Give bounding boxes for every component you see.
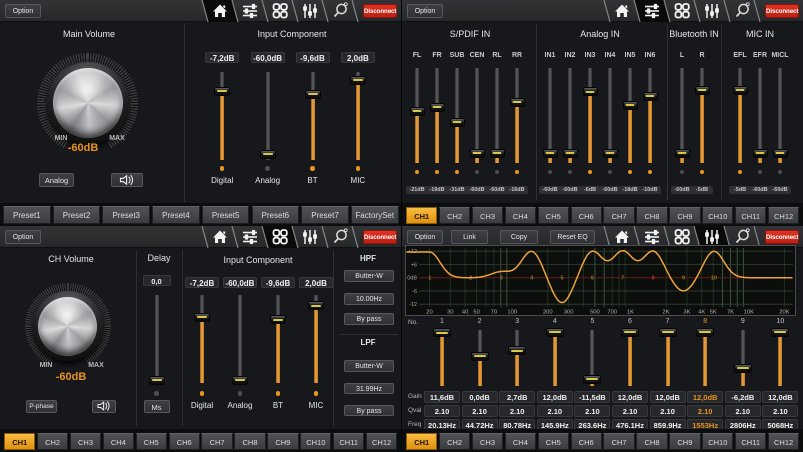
svg-text:100: 100 [507, 310, 517, 316]
svg-text:4K: 4K [698, 310, 705, 316]
svg-text:9: 9 [682, 276, 685, 282]
svg-text:2: 2 [469, 276, 472, 282]
svg-text:-12: -12 [409, 302, 417, 308]
svg-text:5: 5 [560, 276, 563, 282]
svg-text:50: 50 [473, 310, 479, 316]
svg-text:3K: 3K [683, 310, 690, 316]
svg-text:-6: -6 [412, 289, 417, 295]
svg-text:3: 3 [500, 276, 503, 282]
svg-text:+6: +6 [411, 262, 417, 268]
svg-text:10K: 10K [744, 310, 754, 316]
svg-text:0dB: 0dB [407, 276, 417, 282]
svg-text:2K: 2K [663, 310, 670, 316]
svg-text:30: 30 [447, 310, 453, 316]
svg-text:200: 200 [543, 310, 553, 316]
svg-text:1K: 1K [627, 310, 634, 316]
svg-text:1: 1 [428, 276, 431, 282]
svg-text:700: 700 [607, 310, 617, 316]
svg-text:20K: 20K [779, 310, 789, 316]
svg-text:6: 6 [591, 276, 594, 282]
svg-text:20: 20 [426, 310, 432, 316]
svg-text:5K: 5K [710, 310, 717, 316]
svg-text:70: 70 [491, 310, 497, 316]
svg-text:7: 7 [621, 276, 624, 282]
svg-text:500: 500 [590, 310, 600, 316]
svg-text:10: 10 [711, 276, 717, 282]
svg-text:40: 40 [462, 310, 468, 316]
svg-text:7K: 7K [727, 310, 734, 316]
svg-text:8: 8 [652, 276, 655, 282]
svg-text:300: 300 [564, 310, 574, 316]
